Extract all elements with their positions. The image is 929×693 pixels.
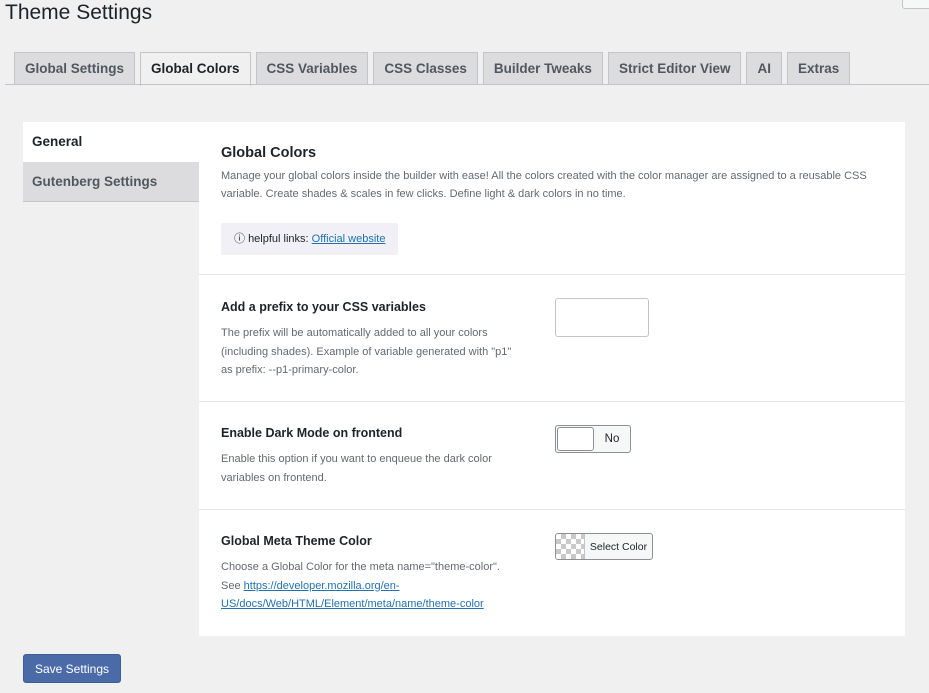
page-title: Theme Settings <box>5 1 153 24</box>
prefix-setting-label-col: Add a prefix to your CSS variables The p… <box>221 300 521 380</box>
dark-mode-setting-title: Enable Dark Mode on frontend <box>221 426 403 440</box>
tab-css-classes[interactable]: CSS Classes <box>373 52 478 85</box>
side-nav: General Gutenberg Settings <box>23 122 199 202</box>
prefix-setting-description: The prefix will be automatically added t… <box>221 327 512 376</box>
tab-builder-tweaks[interactable]: Builder Tweaks <box>482 52 603 85</box>
dark-mode-toggle[interactable]: No <box>555 425 631 453</box>
sidebar-item-general[interactable]: General <box>23 122 199 162</box>
tab-global-colors[interactable]: Global Colors <box>140 52 251 86</box>
intro-section: Global Colors Manage your global colors … <box>199 122 905 275</box>
official-website-link[interactable]: Official website <box>312 233 386 245</box>
meta-color-setting-row: Global Meta Theme Color Choose a Global … <box>199 510 905 636</box>
dark-mode-setting-row: Enable Dark Mode on frontend Enable this… <box>199 402 905 510</box>
prefix-input[interactable] <box>555 298 649 337</box>
tab-global-settings[interactable]: Global Settings <box>14 52 136 85</box>
prefix-setting-title: Add a prefix to your CSS variables <box>221 300 426 314</box>
meta-color-label-col: Global Meta Theme Color Choose a Global … <box>221 534 521 614</box>
select-color-label: Select Color <box>589 540 648 553</box>
sidebar-item-gutenberg-settings[interactable]: Gutenberg Settings <box>23 162 199 202</box>
tabs-divider <box>5 84 929 85</box>
select-color-button[interactable]: Select Color <box>555 533 653 560</box>
mdn-theme-color-link[interactable]: https://developer.mozilla.org/en-US/docs… <box>221 580 484 611</box>
helpful-links-label: helpful links: <box>248 233 309 245</box>
toggle-knob <box>557 427 594 451</box>
save-settings-button[interactable]: Save Settings <box>23 654 121 683</box>
settings-tabs: Global Settings Global Colors CSS Variab… <box>14 52 929 86</box>
toggle-state-label: No <box>604 433 620 445</box>
section-description: Manage your global colors inside the bui… <box>221 170 867 200</box>
tab-css-variables[interactable]: CSS Variables <box>255 52 369 85</box>
transparent-swatch-icon <box>556 534 585 559</box>
meta-color-setting-title: Global Meta Theme Color <box>221 534 372 548</box>
tab-ai[interactable]: AI <box>746 52 782 85</box>
tab-extras[interactable]: Extras <box>786 52 851 85</box>
tab-strict-editor-view[interactable]: Strict Editor View <box>607 52 742 85</box>
meta-color-setting-description: Choose a Global Color for the meta name=… <box>221 558 521 614</box>
section-title: Global Colors <box>221 145 317 161</box>
dark-mode-setting-description: Enable this option if you want to enqueu… <box>221 453 492 484</box>
dark-mode-label-col: Enable Dark Mode on frontend Enable this… <box>221 426 521 487</box>
helpful-links-box: ⓘ helpful links: Official website <box>221 223 399 255</box>
prefix-setting-row: Add a prefix to your CSS variables The p… <box>199 275 905 402</box>
settings-panel: Global Colors Manage your global colors … <box>199 122 905 636</box>
info-icon: ⓘ <box>234 233 245 245</box>
screen-options-button[interactable] <box>902 0 929 9</box>
